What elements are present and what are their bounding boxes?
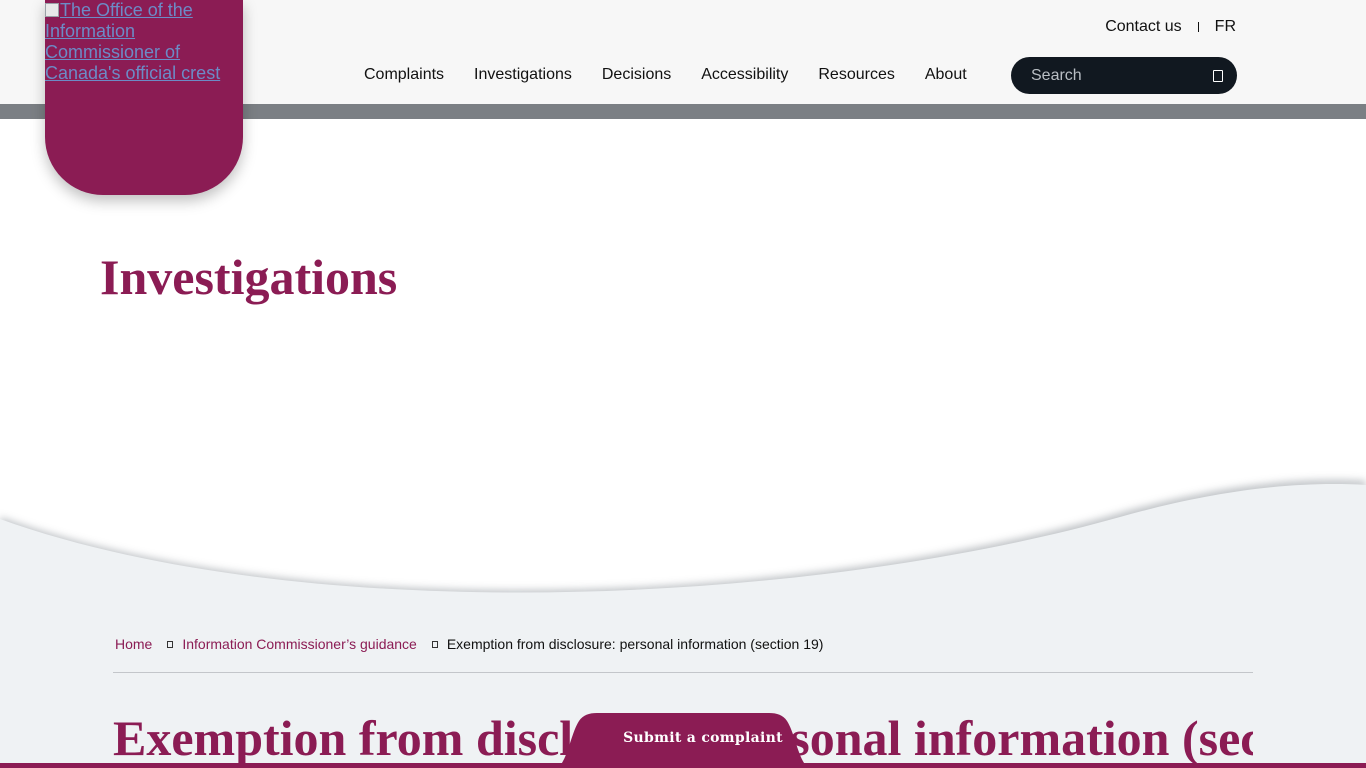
breadcrumb-guidance-link[interactable]: Information Commissioner’s guidance	[182, 635, 416, 653]
crest-logo-panel: The Office of the Information Commission…	[45, 0, 243, 195]
nav-item-investigations[interactable]: Investigations	[459, 65, 587, 85]
breadcrumb-separator-icon	[431, 640, 438, 648]
breadcrumb-home-link[interactable]: Home	[115, 635, 152, 653]
nav-item-resources[interactable]: Resources	[803, 65, 909, 85]
utility-separator	[1197, 22, 1199, 32]
main-nav: Complaints Investigations Decisions Acce…	[349, 65, 982, 85]
breadcrumb-divider	[113, 672, 1253, 673]
nav-item-complaints[interactable]: Complaints	[349, 65, 459, 85]
submit-complaint-label: Submit a complaint	[623, 730, 783, 746]
breadcrumb: Home Information Commissioner’s guidance…	[115, 635, 823, 653]
search-icon[interactable]	[1213, 69, 1223, 82]
crest-alt-text: The Office of the Information Commission…	[45, 0, 221, 83]
contact-us-link[interactable]: Contact us	[1105, 18, 1181, 36]
nav-item-decisions[interactable]: Decisions	[587, 65, 686, 85]
search-box	[1011, 57, 1237, 94]
hero-title: Investigations	[100, 249, 398, 305]
crest-logo-link[interactable]: The Office of the Information Commission…	[45, 0, 235, 84]
search-input[interactable]	[1031, 66, 1213, 85]
broken-image-icon	[45, 3, 59, 17]
nav-item-about[interactable]: About	[910, 65, 982, 85]
language-toggle-link[interactable]: FR	[1215, 18, 1236, 36]
submit-complaint-button[interactable]: Submit a complaint	[557, 713, 809, 768]
breadcrumb-current-page: Exemption from disclosure: personal info…	[446, 636, 824, 652]
breadcrumb-separator-icon	[167, 640, 174, 648]
nav-item-accessibility[interactable]: Accessibility	[686, 65, 803, 85]
utility-nav: Contact us FR	[1105, 18, 1236, 36]
